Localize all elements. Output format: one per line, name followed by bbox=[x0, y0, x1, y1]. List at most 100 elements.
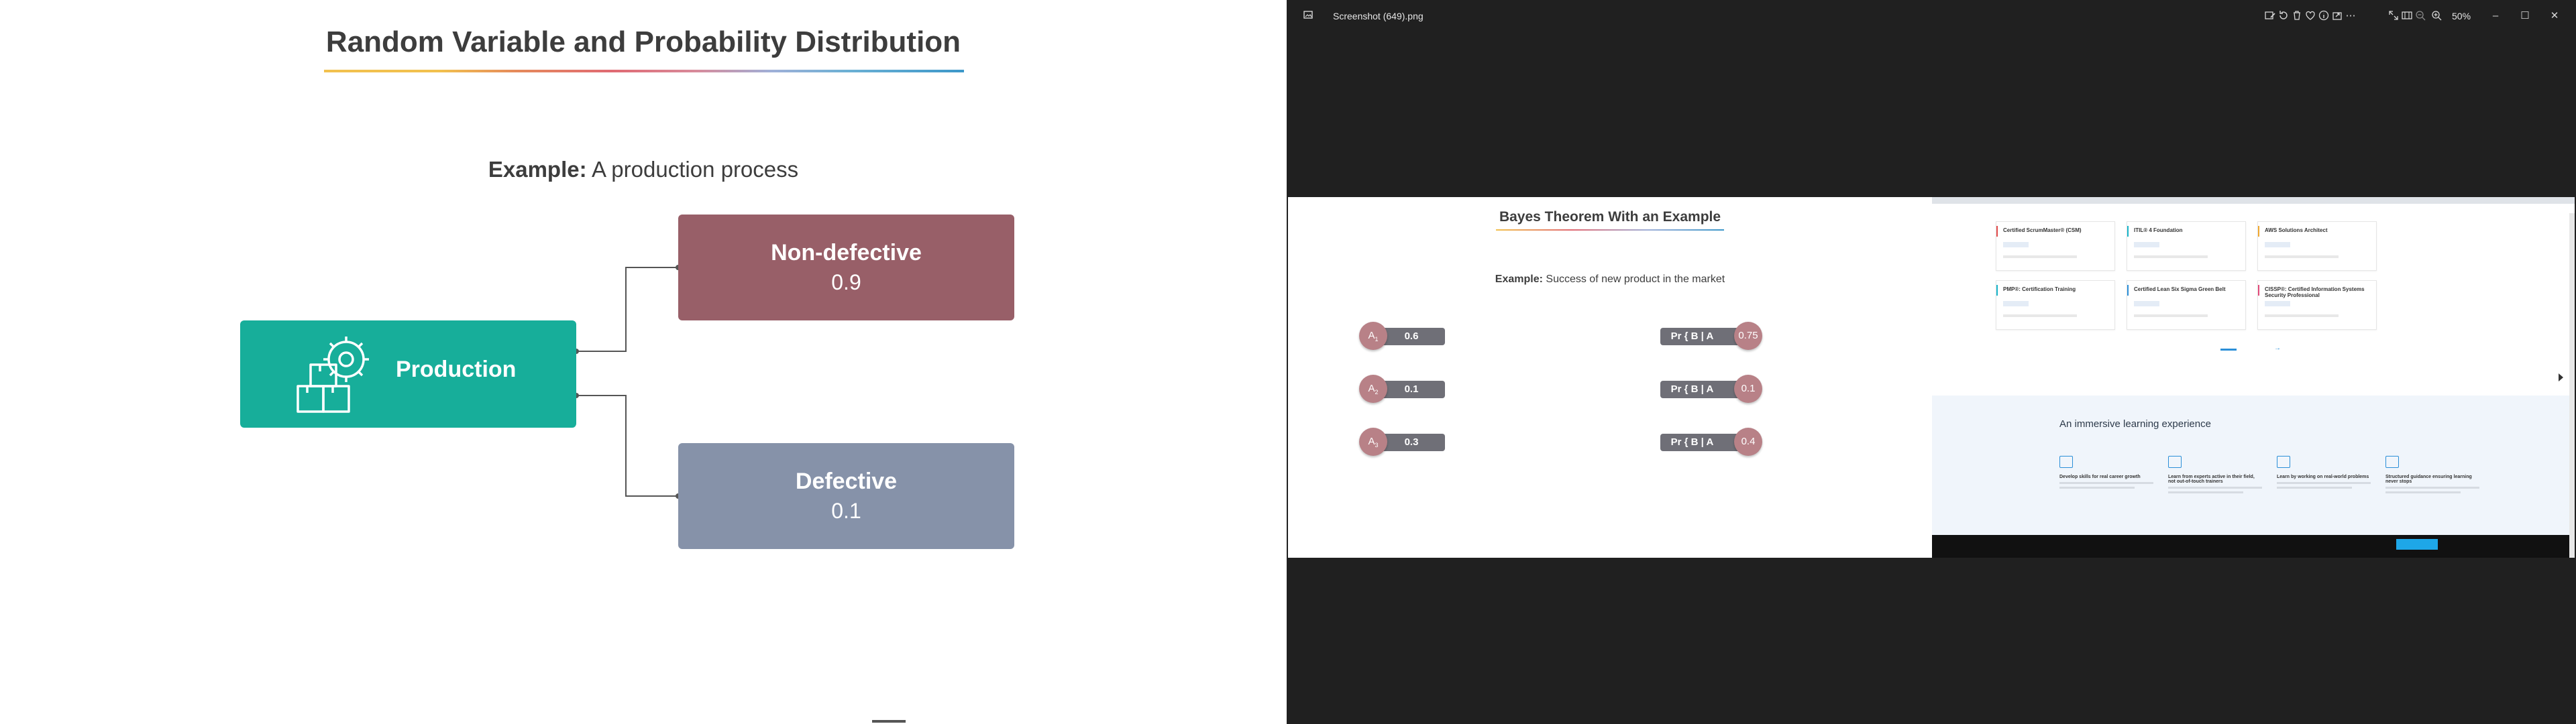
likelihood-value: 0.4 bbox=[1734, 428, 1762, 456]
card-meta bbox=[2003, 255, 2077, 258]
course-card: CISSP®: Certified Information Systems Se… bbox=[2257, 280, 2377, 330]
maximize-icon[interactable]: ☐ bbox=[2518, 9, 2532, 23]
page-bottom-bar bbox=[1932, 535, 2569, 558]
embedded-browser-screenshot: Certified ScrumMaster® (CSM) ITIL® 4 Fou… bbox=[1932, 197, 2575, 558]
defective-label: Defective bbox=[795, 469, 898, 494]
app-icon bbox=[1301, 9, 1315, 23]
zoom-out-icon[interactable] bbox=[2414, 9, 2427, 23]
inner-slide: Bayes Theorem With an Example Example: S… bbox=[1288, 197, 1932, 558]
feature-icon bbox=[2277, 456, 2290, 468]
learning-section: An immersive learning experience Develop… bbox=[1932, 396, 2569, 551]
feature-item: Develop skills for real career growth bbox=[2059, 456, 2153, 489]
production-label: Production bbox=[396, 357, 517, 382]
non-defective-label: Non-defective bbox=[771, 240, 922, 265]
inner-example-line: Example: Success of new product in the m… bbox=[1288, 274, 1932, 286]
photos-viewer-window: Screenshot (649).png ⋯ 50% – ☐ ✕ Bayes T… bbox=[1287, 0, 2576, 724]
prior-value: 0.1 bbox=[1378, 381, 1445, 398]
card-meta bbox=[2134, 255, 2208, 258]
fullscreen-icon[interactable] bbox=[2387, 9, 2400, 23]
prior-label: A1 bbox=[1359, 322, 1387, 350]
feature-icon bbox=[2385, 456, 2399, 468]
inner-example-text: Success of new product in the market bbox=[1546, 274, 1725, 285]
prior-label: A3 bbox=[1359, 428, 1387, 456]
card-tag bbox=[2134, 301, 2159, 306]
likelihood-label: Pr { B | A1 } bbox=[1660, 328, 1741, 380]
card-accent bbox=[2258, 285, 2259, 296]
prior-value: 0.6 bbox=[1378, 328, 1445, 345]
edit-image-icon[interactable] bbox=[2263, 9, 2277, 23]
production-node: Production bbox=[240, 320, 576, 428]
file-title: Screenshot (649).png bbox=[1333, 11, 1424, 21]
learning-heading: An immersive learning experience bbox=[2059, 418, 2211, 430]
card-tag bbox=[2265, 242, 2290, 247]
course-title: PMP®: Certification Training bbox=[2003, 286, 2076, 292]
share-icon[interactable] bbox=[2330, 9, 2344, 23]
browser-page: Certified ScrumMaster® (CSM) ITIL® 4 Fou… bbox=[1932, 213, 2569, 558]
likelihood-label: Pr { B | A3 } bbox=[1660, 434, 1741, 486]
horizontal-scrollbar[interactable] bbox=[872, 720, 906, 723]
minimize-icon[interactable]: – bbox=[2489, 9, 2502, 23]
card-meta bbox=[2134, 314, 2208, 317]
non-defective-node: Non-defective 0.9 bbox=[678, 215, 1014, 320]
likelihood-value: 0.1 bbox=[1734, 375, 1762, 403]
course-title: Certified ScrumMaster® (CSM) bbox=[2003, 227, 2082, 233]
inner-example-label: Example: bbox=[1495, 274, 1543, 285]
course-title: AWS Solutions Architect bbox=[2265, 227, 2328, 233]
course-title: Certified Lean Six Sigma Green Belt bbox=[2134, 286, 2226, 292]
course-card: Certified Lean Six Sigma Green Belt bbox=[2127, 280, 2246, 330]
card-meta bbox=[2265, 314, 2339, 317]
feature-text-line bbox=[2277, 487, 2352, 489]
browser-scrollbar bbox=[2569, 213, 2575, 558]
feature-text-line bbox=[2168, 491, 2243, 493]
inner-slide-title: Bayes Theorem With an Example bbox=[1499, 209, 1721, 225]
close-icon[interactable]: ✕ bbox=[2548, 9, 2561, 23]
defective-node: Defective 0.1 bbox=[678, 443, 1014, 549]
feature-item: Learn by working on real-world problems bbox=[2277, 456, 2371, 489]
feature-text-line bbox=[2277, 482, 2371, 484]
feature-title: Learn from experts active in their field… bbox=[2168, 475, 2255, 484]
next-image-button[interactable] bbox=[2553, 361, 2568, 394]
card-accent bbox=[2127, 285, 2129, 296]
more-icon[interactable]: ⋯ bbox=[2344, 9, 2357, 23]
displayed-image: Bayes Theorem With an Example Example: S… bbox=[1288, 197, 2575, 558]
info-icon[interactable] bbox=[2317, 9, 2330, 23]
course-card: ITIL® 4 Foundation bbox=[2127, 221, 2246, 271]
card-tag bbox=[2134, 242, 2159, 247]
feature-title: Structured guidance ensuring learning ne… bbox=[2385, 475, 2472, 484]
feature-icon bbox=[2059, 456, 2073, 468]
likelihood-value: 0.75 bbox=[1734, 322, 1762, 350]
defective-probability: 0.1 bbox=[831, 499, 861, 523]
delete-icon[interactable] bbox=[2290, 9, 2304, 23]
feature-item: Learn from experts active in their field… bbox=[2168, 456, 2262, 493]
card-accent bbox=[1996, 285, 1998, 296]
course-card: Certified ScrumMaster® (CSM) bbox=[1996, 221, 2115, 271]
inner-title-underline bbox=[1496, 229, 1724, 231]
zoom-level[interactable]: 50% bbox=[2452, 0, 2471, 32]
course-card: PMP®: Certification Training bbox=[1996, 280, 2115, 330]
course-card: AWS Solutions Architect bbox=[2257, 221, 2377, 271]
viewer-title-bar: Screenshot (649).png ⋯ 50% – ☐ ✕ bbox=[1287, 0, 2576, 32]
card-tag bbox=[2003, 301, 2029, 306]
feature-text-line bbox=[2168, 487, 2262, 489]
card-accent bbox=[2127, 226, 2129, 237]
zoom-in-icon[interactable] bbox=[2430, 9, 2443, 23]
feature-title: Learn by working on real-world problems bbox=[2277, 475, 2369, 479]
card-meta bbox=[2265, 255, 2339, 258]
feature-icon bbox=[2168, 456, 2182, 468]
card-accent bbox=[1996, 226, 1998, 237]
filmstrip-icon[interactable] bbox=[2400, 9, 2414, 23]
likelihood-label: Pr { B | A2 } bbox=[1660, 381, 1741, 433]
browser-address-bar bbox=[1932, 204, 2575, 214]
presentation-slide: Random Variable and Probability Distribu… bbox=[0, 0, 1287, 724]
course-title: ITIL® 4 Foundation bbox=[2134, 227, 2183, 233]
card-accent bbox=[2258, 226, 2259, 237]
feature-title: Develop skills for real career growth bbox=[2059, 475, 2141, 479]
course-title: CISSP®: Certified Information Systems Se… bbox=[2265, 286, 2365, 298]
rotate-icon[interactable] bbox=[2277, 9, 2290, 23]
card-tag bbox=[2265, 301, 2290, 306]
non-defective-probability: 0.9 bbox=[831, 270, 861, 294]
feature-text-line bbox=[2385, 491, 2461, 493]
favorite-icon[interactable] bbox=[2304, 9, 2317, 23]
tree-connectors bbox=[574, 265, 681, 499]
card-meta bbox=[2003, 314, 2077, 317]
